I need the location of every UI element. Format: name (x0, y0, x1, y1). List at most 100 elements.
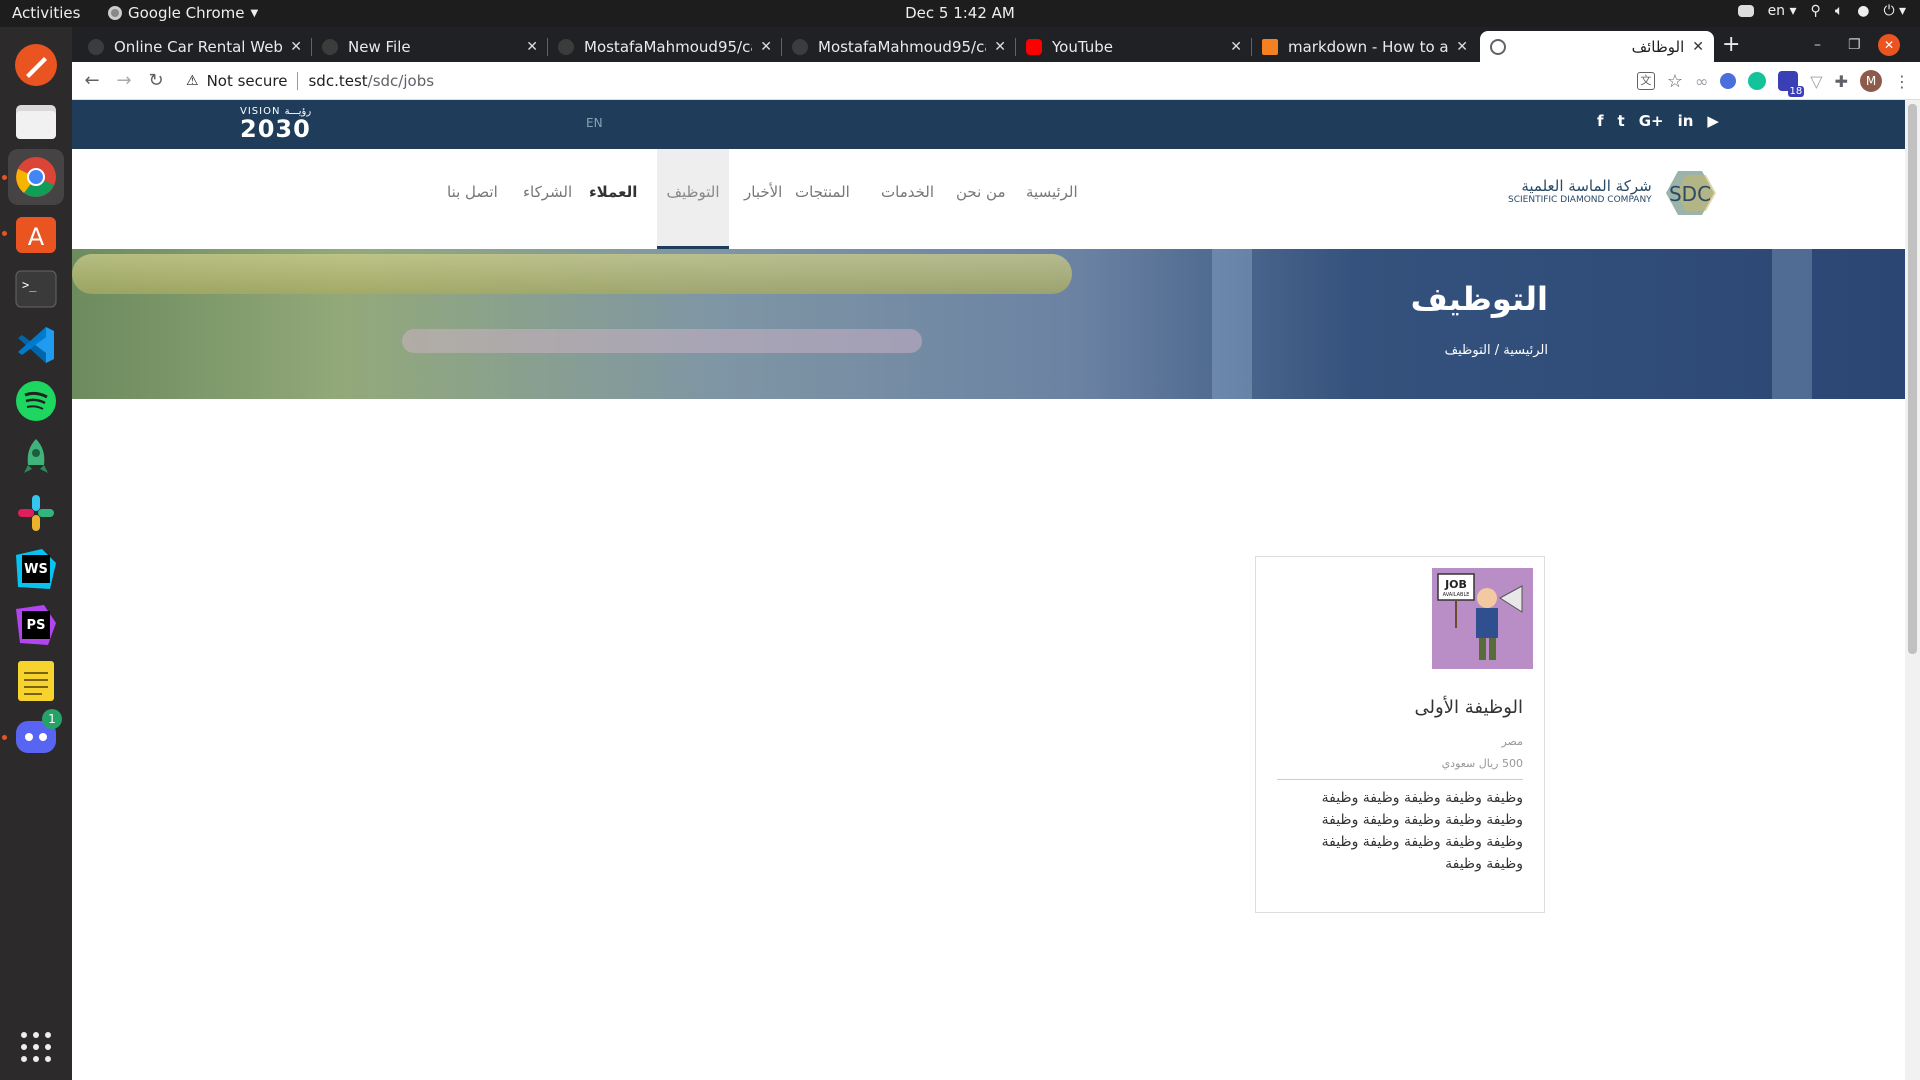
chrome-menu-icon[interactable]: ⋮ (1894, 72, 1910, 91)
maximize-button[interactable]: ❐ (1848, 27, 1861, 62)
svg-text:PS: PS (27, 618, 46, 633)
system-tray[interactable]: en ▾ ⚲ 🔈︎ ● ⏻ ▾ (1737, 3, 1906, 19)
close-tab-icon[interactable]: ✕ (760, 39, 772, 55)
svg-text:>_: >_ (22, 278, 37, 292)
app-center-icon[interactable]: A (8, 205, 64, 261)
close-tab-icon[interactable]: ✕ (1692, 39, 1704, 55)
web-page: VISION رؤيـــة 2030 EN f t G+ in ▶ اتصل … (72, 100, 1905, 1080)
show-applications-icon[interactable] (8, 1019, 64, 1075)
scrollbar-thumb[interactable] (1908, 104, 1917, 654)
tab-youtube[interactable]: YouTube ✕ (1016, 31, 1252, 62)
rocket-icon[interactable] (8, 429, 64, 485)
tab-github-repo-2[interactable]: MostafaMahmoud95/car ✕ (782, 31, 1016, 62)
tab-car-rental[interactable]: Online Car Rental Websit ✕ (78, 31, 312, 62)
nav-partners[interactable]: الشركاء (515, 149, 580, 249)
job-salary: 500 ريال سعودي (1441, 757, 1523, 770)
profile-avatar[interactable]: M (1860, 70, 1882, 92)
github-favicon-icon (558, 38, 574, 55)
back-button[interactable]: ← (76, 70, 108, 91)
clock[interactable]: Dec 5 1:42 AM (0, 4, 1920, 22)
breadcrumb[interactable]: الرئيسية / التوظيف (1445, 343, 1548, 358)
vision-year: 2030 (240, 115, 311, 143)
new-tab-button[interactable]: + (1722, 27, 1740, 62)
youtube-favicon-icon (1026, 38, 1042, 55)
facebook-icon[interactable]: f (1597, 112, 1604, 130)
keyboard-language[interactable]: en ▾ (1768, 3, 1797, 19)
twitter-icon[interactable]: t (1618, 112, 1625, 130)
extensions-area: 文 ☆ ∞ 18 ▽ ✚ M ⋮ (1636, 70, 1910, 97)
forward-button[interactable]: → (108, 70, 140, 91)
discord-tray-icon[interactable] (1737, 5, 1754, 17)
youtube-icon[interactable]: ▶ (1707, 112, 1719, 130)
vue-devtools-icon[interactable]: ▽ (1810, 72, 1822, 91)
inkscape-icon[interactable] (8, 37, 64, 93)
chrome-icon[interactable] (8, 149, 64, 205)
tab-title: الوظائف (1631, 37, 1685, 56)
linkedin-icon[interactable]: in (1678, 112, 1694, 130)
nav-products[interactable]: المنتجات (787, 149, 858, 249)
main-navigation: اتصل بنا الشركاء العملاء التوظيف الأخبار… (72, 149, 1905, 249)
extension-blue-icon[interactable] (1720, 73, 1737, 89)
tab-title: MostafaMahmoud95/car (584, 37, 753, 56)
nav-home[interactable]: الرئيسية (1018, 149, 1086, 249)
url-divider (297, 71, 299, 90)
reload-button[interactable]: ↻ (140, 70, 172, 91)
notes-icon[interactable] (8, 653, 64, 709)
language-switch[interactable]: EN (586, 116, 603, 130)
extensions-puzzle-icon[interactable]: ✚ (1835, 72, 1848, 91)
tab-stackoverflow[interactable]: markdown - How to add i ✕ (1252, 31, 1478, 62)
nav-news[interactable]: الأخبار (736, 149, 790, 249)
google-plus-icon[interactable]: G+ (1639, 112, 1664, 130)
nav-about[interactable]: من نحن (948, 149, 1014, 249)
minimize-button[interactable]: – (1814, 27, 1821, 62)
grammarly-icon[interactable] (1748, 72, 1767, 90)
security-label: Not secure (206, 71, 288, 90)
job-sign-text: JOB (1444, 578, 1467, 591)
running-indicator (2, 735, 7, 740)
address-bar[interactable]: ⚠ Not secure sdc.test /sdc/jobs (186, 71, 434, 90)
vscode-icon[interactable] (8, 317, 64, 373)
microphone-icon[interactable]: ● (1857, 3, 1869, 19)
close-tab-icon[interactable]: ✕ (1230, 39, 1242, 55)
close-tab-icon[interactable]: ✕ (290, 39, 302, 55)
close-window-button[interactable]: ✕ (1878, 27, 1900, 62)
webstorm-icon[interactable]: WS (8, 541, 64, 597)
slack-icon[interactable] (8, 485, 64, 541)
files-icon[interactable] (8, 93, 64, 149)
tab-github-repo[interactable]: MostafaMahmoud95/car ✕ (548, 31, 782, 62)
banner-image-shape (1772, 249, 1812, 399)
job-card[interactable]: JOB AVAILABLE الوظيفة الأولى مصر 500 ريا… (1255, 556, 1545, 913)
company-logo[interactable]: شركة الماسة العلمية SCIENTIFIC DIAMOND C… (1508, 167, 1720, 219)
phpstorm-icon[interactable]: PS (8, 597, 64, 653)
translate-icon[interactable]: 文 (1636, 72, 1655, 90)
close-tab-icon[interactable]: ✕ (1456, 39, 1468, 55)
extension-badge-icon[interactable]: 18 (1778, 71, 1805, 97)
nav-jobs[interactable]: التوظيف (657, 149, 729, 249)
power-icon[interactable]: ⏻ ▾ (1883, 3, 1906, 19)
tab-title: markdown - How to add i (1288, 37, 1449, 56)
close-tab-icon[interactable]: ✕ (526, 39, 538, 55)
volume-icon[interactable]: 🔈︎ (1835, 3, 1843, 19)
close-tab-icon[interactable]: ✕ (994, 39, 1006, 55)
nav-contact[interactable]: اتصل بنا (439, 149, 506, 249)
tab-jobs[interactable]: الوظائف ✕ (1480, 31, 1714, 62)
job-image[interactable]: JOB AVAILABLE (1432, 568, 1533, 669)
job-title[interactable]: الوظيفة الأولى (1415, 697, 1523, 718)
nav-services[interactable]: الخدمات (873, 149, 942, 249)
svg-text:WS: WS (24, 562, 48, 577)
page-scrollbar[interactable] (1905, 100, 1920, 1080)
language-label: en (1767, 3, 1786, 19)
extension-icon[interactable]: ∞ (1695, 72, 1708, 91)
network-icon[interactable]: ⚲ (1811, 3, 1821, 19)
nav-clients[interactable]: العملاء (581, 149, 645, 249)
globe-favicon-icon (1490, 38, 1506, 55)
spotify-icon[interactable] (8, 373, 64, 429)
company-name: شركة الماسة العلمية SCIENTIFIC DIAMOND C… (1508, 179, 1652, 207)
tab-new-file[interactable]: New File ✕ (312, 31, 548, 62)
svg-text:A: A (28, 223, 45, 251)
divider (1277, 779, 1523, 780)
bookmark-star-icon[interactable]: ☆ (1667, 71, 1683, 92)
discord-icon[interactable]: 1 (8, 709, 64, 765)
warning-icon: ⚠ (186, 72, 199, 89)
terminal-icon[interactable]: >_ (8, 261, 64, 317)
